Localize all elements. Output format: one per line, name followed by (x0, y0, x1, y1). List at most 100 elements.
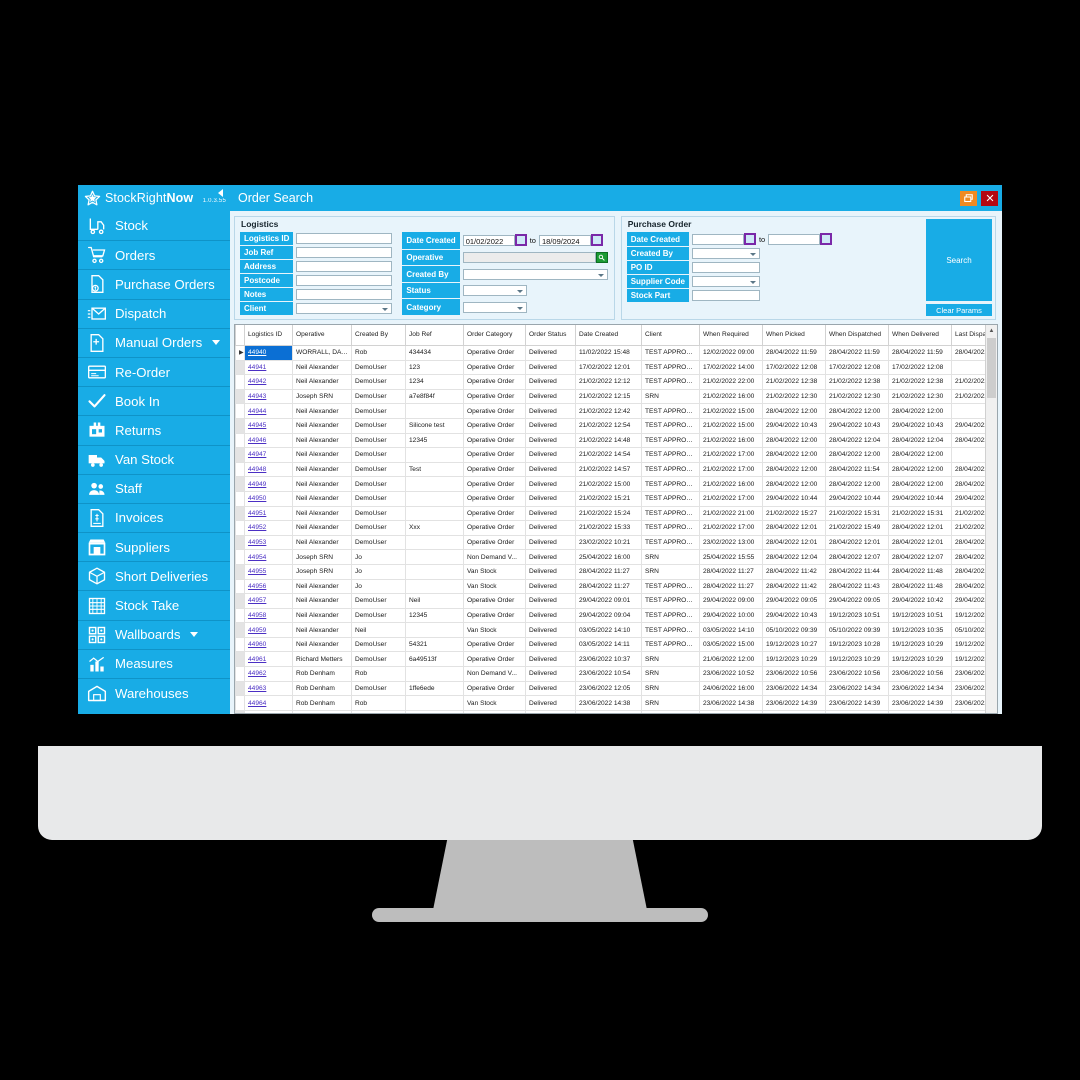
table-row[interactable]: 44943 Joseph SRN DemoUser a7e8f84f Operative… (235, 388, 985, 405)
row-selector-cell[interactable] (235, 359, 245, 376)
logistics-id-link[interactable]: 44945 (248, 422, 266, 429)
table-row[interactable]: 44962 Rob Denham Rob Non Demand V... Deliver… (235, 666, 985, 682)
cell-logistics-id[interactable]: 44941 (244, 359, 293, 376)
po-id-input[interactable] (691, 262, 760, 273)
col-operative[interactable]: Operative (292, 325, 352, 346)
logistics-id-link[interactable]: 44963 (248, 685, 266, 692)
cell-logistics-id[interactable]: 44942 (244, 374, 293, 390)
date-created-to-input[interactable]: 18/09/2024 (538, 234, 591, 246)
po-date-to-input[interactable] (768, 233, 821, 245)
row-selector-cell[interactable] (235, 388, 245, 405)
sidebar-item-re-order[interactable]: Re-Order (78, 356, 230, 386)
po-created-by-select[interactable] (691, 248, 760, 259)
search-button[interactable]: Search (926, 219, 992, 301)
cell-logistics-id[interactable]: 44960 (244, 636, 293, 653)
logistics-id-link[interactable]: 44941 (248, 364, 266, 371)
col-when-picked[interactable]: When Picked (762, 325, 826, 346)
table-row[interactable]: 44950 Neil Alexander DemoUser Operative Ord… (235, 490, 985, 507)
row-selector-cell[interactable] (235, 403, 245, 419)
clear-params-button[interactable]: Clear Params (926, 304, 992, 316)
col-last-dispatch[interactable]: Last Dispatch (951, 325, 985, 346)
logistics-id-link[interactable]: 44947 (248, 451, 266, 458)
calendar-picker-icon[interactable] (514, 234, 527, 247)
row-selector-cell[interactable] (235, 636, 245, 653)
table-row[interactable]: 44960 Neil Alexander DemoUser 54321 Operativ… (235, 636, 985, 653)
close-window-button[interactable] (981, 190, 998, 206)
postcode-input[interactable] (296, 275, 393, 286)
col-when-required[interactable]: When Required (699, 325, 763, 346)
sidebar-item-suppliers[interactable]: Suppliers (78, 532, 230, 561)
table-row[interactable]: 44947 Neil Alexander DemoUser Operative Ord… (235, 447, 985, 463)
cell-logistics-id[interactable]: 44945 (244, 417, 293, 434)
cell-logistics-id[interactable]: 44965 (244, 709, 293, 713)
logistics-id-link[interactable]: 44959 (248, 627, 266, 634)
stock-part-input[interactable] (691, 290, 760, 301)
cell-logistics-id[interactable]: 44940 (244, 345, 293, 361)
cell-logistics-id[interactable]: 44963 (244, 680, 293, 697)
table-row[interactable]: 44942 Neil Alexander DemoUser 1234 Operative… (235, 374, 985, 390)
row-selector-cell[interactable] (235, 417, 245, 434)
row-selector-cell[interactable] (235, 607, 245, 624)
logistics-id-link[interactable]: 44961 (248, 656, 266, 663)
sidebar-item-staff[interactable]: Staff (78, 473, 230, 503)
logistics-id-link[interactable]: 44962 (248, 670, 266, 677)
cell-logistics-id[interactable]: 44944 (244, 403, 293, 419)
row-selector-cell[interactable] (235, 549, 245, 565)
cell-logistics-id[interactable]: 44948 (244, 461, 293, 478)
sidebar-item-book-in[interactable]: Book In (78, 386, 230, 415)
row-selector-cell[interactable] (235, 534, 245, 551)
sidebar-item-measures[interactable]: Measures (78, 648, 230, 678)
operative-input[interactable] (462, 252, 596, 264)
cell-logistics-id[interactable]: 44958 (244, 607, 293, 624)
cell-logistics-id[interactable]: 44956 (244, 578, 293, 595)
row-selector-cell[interactable] (235, 476, 245, 492)
supplier-code-select[interactable] (691, 276, 760, 287)
table-row[interactable]: 44961 Richard Metters DemoUser 6a49513f Oper… (235, 651, 985, 668)
logistics-id-link[interactable]: 44940 (248, 349, 266, 356)
row-selector-cell[interactable] (235, 447, 245, 463)
table-row[interactable]: 44958 Neil Alexander DemoUser 12345 Operativ… (235, 607, 985, 624)
row-selector-cell[interactable] (235, 490, 245, 507)
table-row[interactable]: 44941 Neil Alexander DemoUser 123 Operative … (235, 359, 985, 376)
logistics-id-link[interactable]: 44951 (248, 510, 266, 517)
chevron-down-icon[interactable] (212, 340, 221, 346)
col-when-delivered[interactable]: When Delivered (888, 325, 952, 346)
sidebar-item-stock[interactable]: Stock (78, 211, 230, 240)
col-logistics-id[interactable]: Logistics ID (244, 325, 293, 346)
row-selector-cell[interactable] (235, 461, 245, 478)
sidebar-item-manual-orders[interactable]: Manual Orders (78, 327, 230, 357)
row-selector-cell[interactable] (235, 680, 245, 697)
col-order-status[interactable]: Order Status (525, 325, 576, 346)
col-date-created[interactable]: Date Created (575, 325, 642, 346)
row-selector-cell[interactable] (235, 432, 245, 449)
row-selector-cell[interactable]: ▶ (235, 345, 245, 361)
logistics-id-link[interactable]: 44943 (248, 393, 266, 400)
sidebar-item-warehouses[interactable]: Warehouses (78, 678, 230, 707)
table-row[interactable]: 44964 Rob Denham Rob Van Stock Delivered 23/0… (235, 695, 985, 711)
sidebar-item-purchase-orders[interactable]: Purchase Orders (78, 269, 230, 298)
table-row[interactable]: ▶ 44940 WORRALL, DAV... Rob 434434 Operative … (235, 345, 985, 361)
address-input[interactable] (296, 261, 393, 272)
table-row[interactable]: 44946 Neil Alexander DemoUser 12345 Operativ… (235, 432, 985, 449)
row-selector-cell[interactable] (235, 695, 245, 711)
sidebar-item-wallboards[interactable]: Wallboards (78, 619, 230, 649)
operative-search-icon[interactable] (595, 252, 608, 264)
row-selector-cell[interactable] (235, 651, 245, 668)
cell-logistics-id[interactable]: 44950 (244, 490, 293, 507)
table-row[interactable]: 44954 Joseph SRN Jo Non Demand V... Delivere… (235, 549, 985, 565)
logistics-id-link[interactable]: 44949 (248, 481, 266, 488)
row-selector-cell[interactable] (235, 374, 245, 390)
logistics-id-link[interactable]: 44964 (248, 700, 266, 707)
cell-logistics-id[interactable]: 44951 (244, 505, 293, 522)
table-row[interactable]: 44963 Rob Denham DemoUser 1ffe6ede Operative… (235, 680, 985, 697)
logistics-id-link[interactable]: 44957 (248, 597, 266, 604)
col-when-dispatched[interactable]: When Dispatched (825, 325, 889, 346)
row-selector-cell[interactable] (235, 593, 245, 609)
cell-logistics-id[interactable]: 44959 (244, 622, 293, 638)
created-by-select[interactable] (462, 268, 608, 280)
table-row[interactable]: 44955 Joseph SRN Jo Van Stock Delivered 28/04… (235, 563, 985, 580)
sidebar-item-short-deliveries[interactable]: Short Deliveries (78, 561, 230, 590)
table-row[interactable]: 44951 Neil Alexander DemoUser Operative Ord… (235, 505, 985, 522)
category-select[interactable] (462, 301, 527, 313)
cell-logistics-id[interactable]: 44943 (244, 388, 293, 405)
